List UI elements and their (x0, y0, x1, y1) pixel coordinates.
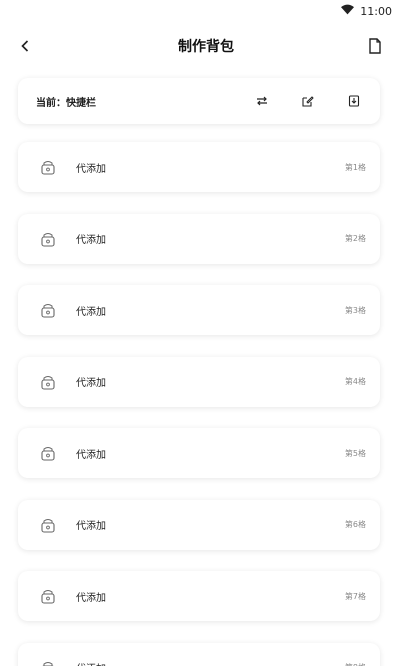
slot-item-name: 代添加 (76, 660, 345, 666)
backpack-icon (38, 157, 58, 177)
slot-number: 第6格 (344, 520, 366, 529)
save-icon[interactable] (344, 91, 364, 111)
slot-item-name: 代添加 (76, 235, 106, 246)
wifi-icon (341, 4, 355, 18)
swap-icon[interactable] (252, 91, 272, 111)
slot-number: 第7格 (344, 591, 366, 601)
page-title: 制作背包 (178, 39, 234, 55)
backpack-slot-row[interactable]: 代添加 第3格 (18, 285, 380, 335)
slot-item-name: 代添加 (76, 378, 106, 389)
backpack-icon (38, 515, 58, 535)
backpack-slot-row[interactable]: 代添加 第1格 (18, 142, 380, 192)
slot-item-name: 代添加 (76, 592, 106, 604)
backpack-icon (38, 372, 58, 392)
slot-item-name: 代添加 (76, 521, 106, 532)
slot-number: 第4格 (344, 377, 366, 386)
slot-item-name: 代添加 (76, 163, 106, 175)
slot-number: 第5格 (344, 448, 366, 458)
slot-number: 第1格 (344, 162, 366, 172)
backpack-slot-row[interactable]: 代添加 第5格 (18, 428, 380, 478)
slot-item-name: 代添加 (76, 306, 106, 318)
status-time: 11:00 (360, 4, 392, 18)
backpack-icon (38, 229, 58, 249)
edit-icon[interactable] (298, 91, 318, 111)
backpack-slot-row[interactable]: 代添加 第6格 (18, 499, 380, 550)
slot-item-name: 代添加 (76, 449, 106, 461)
back-arrow-icon[interactable] (20, 34, 44, 58)
current-backpack-label: 当前：快捷栏 (36, 97, 96, 109)
slot-number: 第3格 (344, 305, 366, 315)
slot-number: 第2格 (344, 234, 366, 243)
backpack-icon (38, 443, 58, 463)
slot-number: 第8格 (345, 662, 366, 666)
status-bar: 11:00 (0, 0, 400, 22)
backpack-slot-row[interactable]: 代添加 第2格 (18, 213, 380, 264)
document-icon[interactable] (368, 38, 382, 54)
backpack-icon (38, 658, 58, 666)
backpack-icon (38, 586, 58, 606)
backpack-slot-row[interactable]: 代添加 第4格 (18, 356, 380, 407)
backpack-slot-row[interactable]: 代添加 第7格 (18, 571, 380, 621)
backpack-icon (38, 300, 58, 320)
backpack-slot-row[interactable]: 代添加第8格 (18, 642, 380, 666)
app-bar: 制作背包 (0, 22, 400, 70)
current-actions (252, 91, 364, 111)
current-backpack-card: 当前：快捷栏 (18, 78, 380, 124)
